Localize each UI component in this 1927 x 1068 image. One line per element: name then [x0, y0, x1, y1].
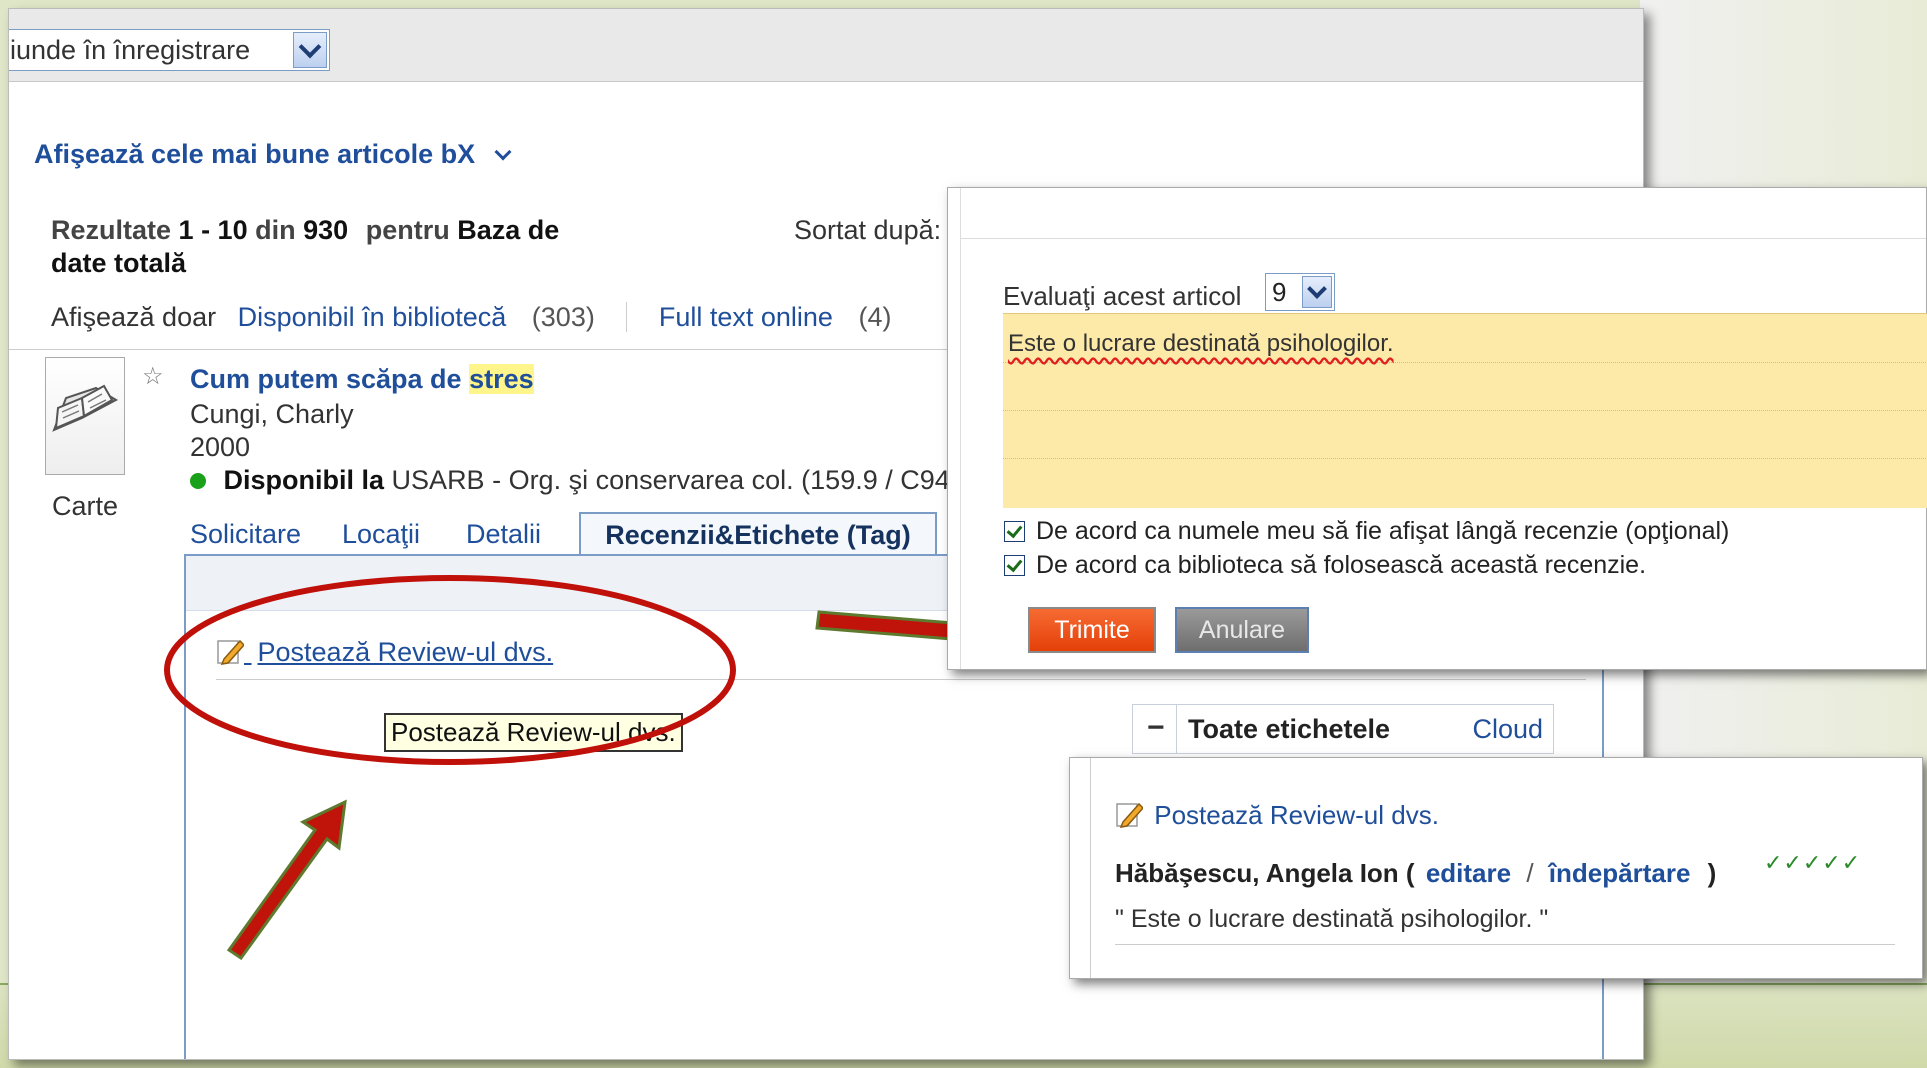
consent-name-checkbox[interactable]: [1004, 521, 1025, 542]
results-of: din: [255, 215, 296, 245]
submit-button[interactable]: Trimite: [1028, 607, 1156, 653]
review-divider: [1115, 944, 1895, 945]
record-title-main: Cum putem scăpa de: [190, 364, 462, 394]
submit-label: Trimite: [1054, 615, 1130, 644]
remove-review-link[interactable]: îndepărtare: [1549, 858, 1691, 888]
rating-value: 9: [1272, 277, 1287, 307]
annotation-arrow-up: [226, 799, 347, 960]
filter-available-link[interactable]: Disponibil în bibliotecă: [238, 302, 507, 332]
filter-available-count: (303): [531, 302, 595, 332]
filter-divider: [626, 302, 628, 332]
review-textarea[interactable]: Este o lucrare destinată psihologilor.: [1003, 313, 1927, 508]
results-for: pentru: [365, 215, 450, 245]
chevron-down-icon: [494, 143, 512, 161]
review-quote: " Este o lucrare destinată psihologilor.…: [1115, 905, 1549, 933]
tags-divider: [1176, 705, 1177, 753]
tab-request[interactable]: Solicitare: [190, 519, 301, 550]
available-dot-icon: [190, 473, 206, 489]
collapse-icon[interactable]: −: [1147, 711, 1165, 745]
textarea-line: [1003, 458, 1927, 459]
tab-locations[interactable]: Locaţii: [342, 519, 420, 550]
chevron-down-icon[interactable]: [1302, 276, 1332, 308]
star-icon[interactable]: ☆: [142, 362, 164, 391]
sort-label: Sortat după:: [794, 215, 942, 245]
cancel-button[interactable]: Anulare: [1175, 607, 1309, 653]
paren-open: (: [1405, 858, 1415, 888]
panel-left-rule: [1090, 758, 1091, 978]
book-thumbnail: [45, 357, 125, 475]
review-author-line: Hăbăşescu, Angela Ion ( editare / îndepă…: [1115, 858, 1716, 889]
results-database-2: date totală: [51, 248, 187, 278]
record-author: Cungi, Charly: [190, 399, 354, 429]
tags-box: − Toate etichetele Cloud: [1132, 704, 1554, 754]
consent-library-row[interactable]: De acord ca biblioteca să folosească ace…: [1004, 551, 1646, 580]
search-bar: iunde în înregistrare: [9, 9, 1643, 82]
search-scope-select[interactable]: iunde în înregistrare: [9, 29, 330, 71]
availability-line: Disponibil la USARB - Org. şi conservare…: [190, 465, 950, 496]
textarea-line: [1003, 362, 1927, 363]
results-total: 930: [303, 215, 349, 245]
consent-name-row[interactable]: De acord ca numele meu să fie afişat lân…: [1004, 517, 1729, 546]
consent-library-checkbox[interactable]: [1004, 555, 1025, 576]
cancel-label: Anulare: [1198, 615, 1286, 644]
post-review-label-2: Postează Review-ul dvs.: [1154, 800, 1439, 830]
best-articles-label: Afişează cele mai bune articole bX: [34, 139, 476, 169]
highlight-ellipse: [164, 575, 736, 765]
availability-location: USARB - Org. şi conservarea col. (159.9 …: [391, 465, 950, 495]
results-prefix: Rezultate: [51, 215, 172, 245]
filter-label: Afişează doar: [51, 302, 217, 332]
review-author: Hăbăşescu, Angela Ion: [1115, 858, 1399, 888]
rate-review-dialog: Evaluaţi acest articol 9 Este o lucrare …: [947, 187, 1927, 670]
filter-fulltext-count: (4): [858, 302, 892, 332]
best-articles-toggle[interactable]: Afişează cele mai bune articole bX: [34, 139, 512, 170]
review-text: Este o lucrare destinată psihologilor.: [1008, 330, 1394, 357]
dialog-left-rule: [960, 188, 961, 669]
tab-details[interactable]: Detalii: [466, 519, 541, 550]
record-type: Carte: [52, 491, 119, 521]
posted-review-panel: Postează Review-ul dvs. Hăbăşescu, Angel…: [1069, 757, 1923, 979]
dialog-header: [960, 188, 1926, 239]
results-range: 1 - 10: [178, 215, 248, 245]
search-scope-value: iunde în înregistrare: [10, 35, 251, 65]
paren-close: ): [1707, 858, 1717, 888]
tab-reviews-tags-label: Recenzii&Etichete (Tag): [605, 519, 911, 550]
record-title[interactable]: Cum putem scăpa de stres: [190, 364, 534, 395]
tags-cloud-link[interactable]: Cloud: [1472, 714, 1543, 745]
record-year: 2000: [190, 432, 251, 462]
tab-reviews-tags[interactable]: Recenzii&Etichete (Tag): [579, 512, 937, 556]
separator: /: [1526, 858, 1534, 888]
results-divider: [9, 349, 979, 350]
record-title-highlight: stres: [469, 364, 534, 394]
chevron-down-icon[interactable]: [293, 32, 327, 68]
tags-title: Toate etichetele: [1188, 714, 1391, 744]
rate-label: Evaluaţi acest articol: [1003, 281, 1242, 311]
rating-select[interactable]: 9: [1265, 273, 1335, 311]
results-database: Baza de: [457, 215, 560, 245]
results-summary: Rezultate 1 - 10 din 930 pentru Baza de …: [51, 214, 651, 280]
rating-checkmarks: ✓✓✓✓✓: [1764, 850, 1862, 875]
book-icon: [52, 384, 119, 432]
consent-library-label: De acord ca biblioteca să folosească ace…: [1035, 551, 1647, 579]
pencil-icon: [1115, 800, 1145, 828]
post-review-link-2[interactable]: Postează Review-ul dvs.: [1115, 800, 1439, 831]
consent-name-label: De acord ca numele meu să fie afişat lân…: [1035, 517, 1730, 545]
availability-label: Disponibil la: [223, 465, 385, 495]
filter-fulltext-link[interactable]: Full text online: [659, 302, 833, 332]
textarea-line: [1003, 410, 1927, 411]
edit-review-link[interactable]: editare: [1426, 858, 1511, 888]
filter-row: Afişează doar Disponibil în bibliotecă (…: [51, 302, 891, 333]
